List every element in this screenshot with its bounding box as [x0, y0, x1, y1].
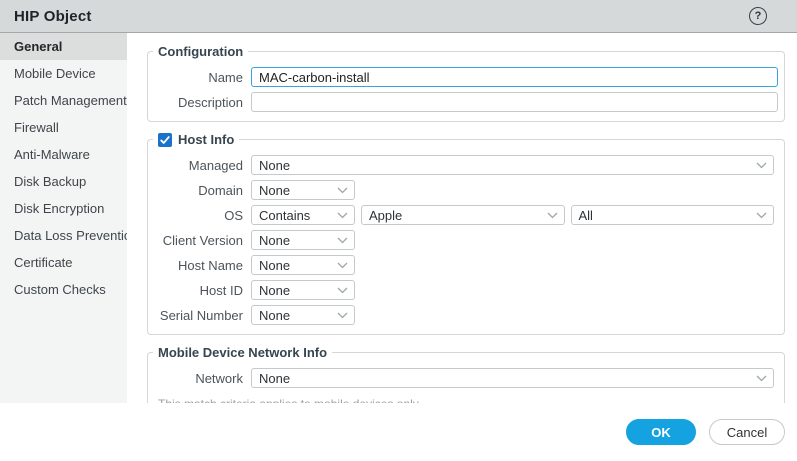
os-match-dropdown[interactable]: Contains: [251, 205, 355, 225]
sidebar: General Mobile Device Patch Management F…: [0, 33, 127, 403]
description-row: Description: [148, 92, 784, 112]
os-match-value: Contains: [259, 207, 311, 223]
chevron-down-icon: [756, 162, 767, 169]
network-value: None: [259, 370, 291, 386]
domain-row: Domain None: [148, 180, 784, 200]
client-version-value: None: [259, 232, 291, 248]
sidebar-item-patch-management[interactable]: Patch Management: [0, 87, 127, 114]
os-row: OS Contains Apple All: [148, 205, 784, 225]
sidebar-item-certificate[interactable]: Certificate: [0, 249, 127, 276]
sidebar-item-general[interactable]: General: [0, 33, 127, 60]
host-name-dropdown[interactable]: None: [251, 255, 355, 275]
dialog-body: General Mobile Device Patch Management F…: [0, 33, 797, 403]
checkmark-icon: [160, 135, 170, 144]
chevron-down-icon: [337, 262, 348, 269]
dialog-titlebar: HIP Object ?: [0, 0, 797, 33]
host-info-checkbox[interactable]: [158, 132, 172, 147]
managed-value: None: [259, 157, 291, 173]
sidebar-item-firewall[interactable]: Firewall: [0, 114, 127, 141]
sidebar-item-data-loss-prevention[interactable]: Data Loss Prevention: [0, 222, 127, 249]
serial-number-row: Serial Number None: [148, 305, 784, 325]
host-info-legend: Host Info: [153, 132, 239, 147]
name-row: Name: [148, 67, 784, 87]
domain-dropdown[interactable]: None: [251, 180, 355, 200]
description-input[interactable]: [251, 92, 778, 112]
sidebar-item-mobile-device[interactable]: Mobile Device: [0, 60, 127, 87]
managed-label: Managed: [188, 157, 243, 173]
chevron-down-icon: [337, 212, 348, 219]
chevron-down-icon: [337, 312, 348, 319]
help-icon[interactable]: ?: [749, 7, 767, 25]
hip-object-dialog: HIP Object ? General Mobile Device Patch…: [0, 0, 797, 461]
host-info-fieldset: Host Info Managed None Domain None OS Co…: [147, 132, 785, 335]
host-name-label: Host Name: [177, 257, 243, 273]
serial-number-value: None: [259, 307, 291, 323]
sidebar-item-anti-malware[interactable]: Anti-Malware: [0, 141, 127, 168]
chevron-down-icon: [756, 375, 767, 382]
sidebar-item-disk-encryption[interactable]: Disk Encryption: [0, 195, 127, 222]
os-vendor-value: Apple: [369, 207, 403, 223]
mobile-note: This match criteria applies to mobile de…: [148, 393, 784, 403]
network-dropdown[interactable]: None: [251, 368, 774, 388]
cancel-button[interactable]: Cancel: [709, 419, 785, 445]
network-row: Network None: [148, 368, 784, 388]
domain-label: Domain: [198, 182, 243, 198]
dialog-footer: OK Cancel: [0, 403, 797, 461]
client-version-row: Client Version None: [148, 230, 784, 250]
os-version-dropdown[interactable]: All: [570, 205, 774, 225]
description-label: Description: [177, 94, 243, 110]
sidebar-item-disk-backup[interactable]: Disk Backup: [0, 168, 127, 195]
configuration-legend: Configuration: [158, 44, 244, 59]
configuration-fieldset: Configuration Name Description: [147, 44, 785, 122]
ok-button[interactable]: OK: [626, 419, 696, 445]
general-panel: Configuration Name Description: [127, 33, 797, 403]
name-input[interactable]: [251, 67, 778, 87]
serial-number-label: Serial Number: [159, 307, 243, 323]
host-name-value: None: [259, 257, 291, 273]
chevron-down-icon: [547, 212, 558, 219]
managed-row: Managed None: [148, 155, 784, 175]
network-label: Network: [195, 370, 243, 386]
domain-value: None: [259, 182, 291, 198]
host-id-label: Host ID: [199, 282, 243, 298]
name-label: Name: [208, 69, 243, 85]
chevron-down-icon: [337, 187, 348, 194]
chevron-down-icon: [337, 237, 348, 244]
serial-number-dropdown[interactable]: None: [251, 305, 355, 325]
os-vendor-dropdown[interactable]: Apple: [361, 205, 565, 225]
client-version-label: Client Version: [162, 232, 243, 248]
dialog-title: HIP Object: [14, 7, 92, 25]
host-id-row: Host ID None: [148, 280, 784, 300]
os-version-value: All: [578, 207, 593, 223]
managed-dropdown[interactable]: None: [251, 155, 774, 175]
host-name-row: Host Name None: [148, 255, 784, 275]
chevron-down-icon: [337, 287, 348, 294]
mobile-network-legend: Mobile Device Network Info: [158, 345, 328, 360]
mobile-network-fieldset: Mobile Device Network Info Network None …: [147, 345, 785, 403]
host-info-legend-text: Host Info: [178, 132, 235, 147]
sidebar-item-custom-checks[interactable]: Custom Checks: [0, 276, 127, 303]
client-version-dropdown[interactable]: None: [251, 230, 355, 250]
chevron-down-icon: [756, 212, 767, 219]
os-label: OS: [224, 207, 243, 223]
host-id-dropdown[interactable]: None: [251, 280, 355, 300]
host-id-value: None: [259, 282, 291, 298]
